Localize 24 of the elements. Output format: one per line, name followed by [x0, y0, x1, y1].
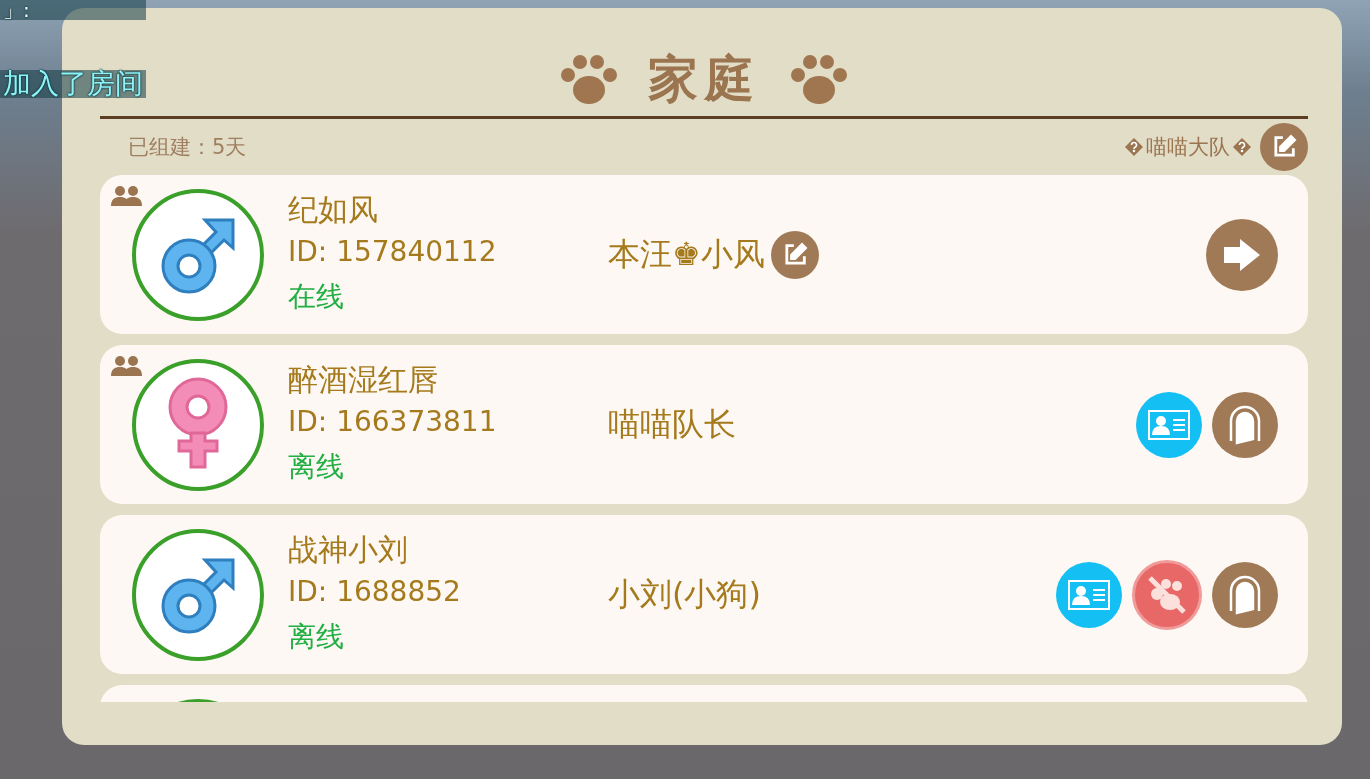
diamond-question-icon — [1124, 137, 1144, 157]
dialog-title: 家庭 — [648, 48, 760, 110]
id-card-icon — [1147, 408, 1191, 441]
arrow-right-icon — [1222, 236, 1262, 273]
member-nickname: 小刘(小狗) — [608, 573, 761, 615]
family-name: 喵喵大队 — [1146, 134, 1230, 161]
member-id: ID: 157840112 — [288, 233, 498, 270]
member-name: 纪如风 — [288, 190, 379, 229]
member-id: ID: 1688852 — [288, 573, 462, 610]
member-nickname: 喵喵队长 — [608, 403, 736, 445]
online-status: 在线 — [288, 278, 345, 315]
online-status: 离线 — [288, 618, 345, 655]
online-status: 离线 — [288, 448, 345, 485]
id-card-icon — [1067, 578, 1111, 611]
chat-message: 」: — [0, 0, 146, 20]
member-id: ID: 166373811 — [288, 403, 498, 440]
member-name: 战神小刘 — [288, 530, 409, 569]
paw-icon — [560, 53, 618, 105]
edit-button[interactable] — [1260, 123, 1308, 171]
founded-duration: 已组建：5天 — [128, 134, 247, 161]
diamond-question-icon — [1232, 137, 1252, 157]
member-name: 醉酒湿红唇 — [288, 360, 439, 399]
paw-icon — [790, 53, 848, 105]
member-nickname: 本汪♚小风 — [608, 233, 765, 275]
